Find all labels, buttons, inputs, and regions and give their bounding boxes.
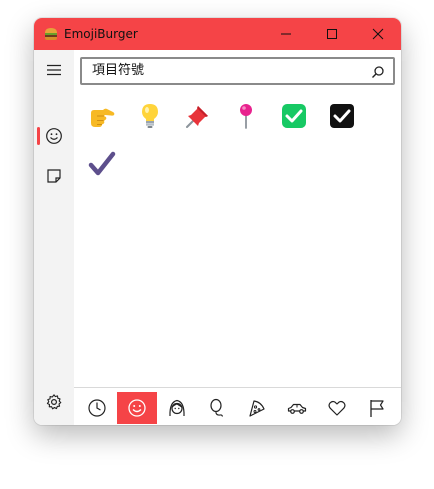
gear-icon — [46, 394, 62, 410]
close-button[interactable] — [355, 18, 401, 50]
smiley-icon — [46, 128, 62, 144]
minimize-icon — [281, 33, 291, 35]
light-bulb-icon — [142, 104, 158, 128]
pointing-right-hand-icon — [91, 108, 115, 127]
emoji-backhand-index-pointing-right[interactable] — [82, 96, 122, 136]
person-icon — [169, 399, 185, 417]
check-box-with-check-icon — [330, 104, 354, 128]
minimize-button[interactable] — [263, 18, 309, 50]
settings-button[interactable] — [34, 384, 74, 420]
category-travel[interactable] — [277, 392, 317, 424]
sidebar — [34, 50, 74, 425]
search-input[interactable]: 項目符號 — [80, 57, 395, 85]
category-people[interactable] — [157, 392, 197, 424]
category-activities[interactable] — [197, 392, 237, 424]
sidebar-item-emoji[interactable] — [34, 118, 74, 154]
emoji-round-pushpin[interactable] — [226, 96, 266, 136]
note-icon — [47, 169, 61, 183]
check-mark-button-icon — [282, 104, 306, 128]
category-food[interactable] — [237, 392, 277, 424]
emoji-check-box-with-check[interactable] — [322, 96, 362, 136]
category-recent[interactable] — [77, 392, 117, 424]
smiley-icon — [128, 399, 146, 417]
category-bar — [74, 387, 401, 425]
flag-icon — [370, 400, 384, 417]
search-input-value: 項目符號 — [92, 63, 145, 78]
balloon-icon — [210, 398, 224, 417]
heavy-check-mark-icon — [88, 151, 116, 176]
burger-icon — [43, 26, 59, 42]
clock-icon — [88, 399, 106, 417]
category-symbols[interactable] — [317, 392, 357, 424]
selection-indicator — [37, 127, 40, 145]
car-icon — [287, 403, 307, 414]
search-icon[interactable] — [371, 64, 385, 78]
hamburger-menu-icon — [47, 64, 61, 76]
sidebar-item-notes[interactable] — [34, 158, 74, 194]
maximize-icon — [327, 29, 337, 39]
emoji-light-bulb[interactable] — [130, 96, 170, 136]
emoji-check-mark[interactable] — [82, 144, 122, 184]
title-bar[interactable]: EmojiBurger — [34, 18, 401, 50]
heart-icon — [328, 400, 346, 416]
app-window: EmojiBurger 項目符號 — [34, 18, 401, 425]
pushpin-icon — [186, 106, 208, 128]
hamburger-menu-button[interactable] — [34, 52, 74, 88]
window-title: EmojiBurger — [64, 27, 138, 41]
emoji-pushpin[interactable] — [178, 96, 218, 136]
maximize-button[interactable] — [309, 18, 355, 50]
pizza-icon — [249, 400, 265, 417]
close-icon — [372, 28, 384, 40]
emoji-check-mark-button[interactable] — [274, 96, 314, 136]
round-pushpin-icon — [240, 104, 252, 129]
category-smileys[interactable] — [117, 392, 157, 424]
category-flags[interactable] — [357, 392, 397, 424]
